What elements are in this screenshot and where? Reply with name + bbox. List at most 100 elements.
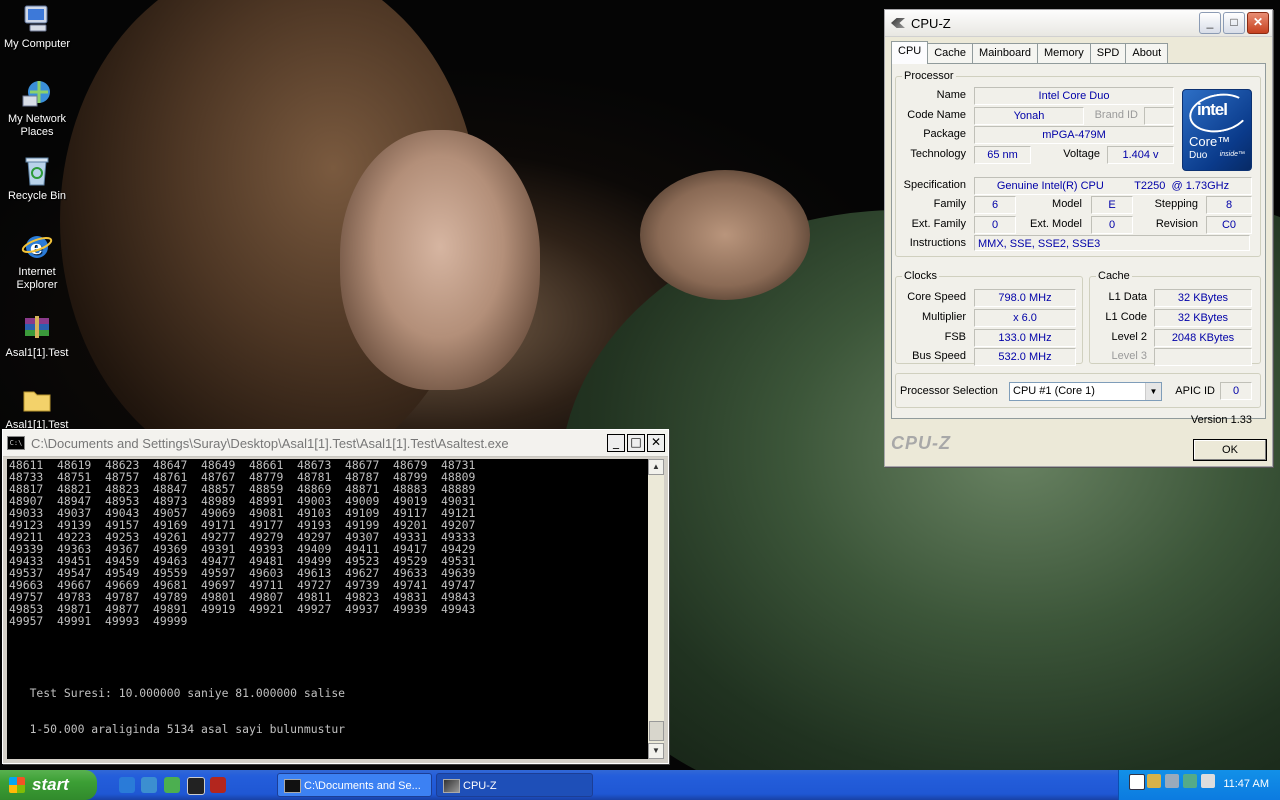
console-maximize-button[interactable]: □ [627, 434, 645, 452]
name-value: Intel Core Duo [974, 87, 1174, 105]
codename-value: Yonah [974, 107, 1084, 125]
fsb-label: FSB [944, 331, 966, 343]
wallpaper-face [340, 130, 540, 390]
intel-core-duo-logo: intel Core™ Duo inside™ [1182, 89, 1252, 171]
desktop-icon-recycle-bin[interactable]: Recycle Bin [0, 155, 74, 203]
voltage-value: 1.404 v [1107, 146, 1174, 164]
recycle-bin-icon [25, 157, 49, 186]
package-label: Package [923, 128, 966, 140]
console-line: Test Suresi: 10.000000 saniye 81.000000 … [9, 686, 346, 700]
desktop-icon-label: My Computer [3, 38, 71, 50]
tab-cache[interactable]: Cache [927, 43, 974, 63]
stepping-value: 8 [1206, 196, 1252, 214]
tab-spd[interactable]: SPD [1089, 43, 1127, 63]
taskbar-button-console[interactable]: C:\Documents and Se... [277, 773, 432, 797]
tray-app-icon[interactable] [1183, 774, 1197, 788]
model-label: Model [1052, 198, 1082, 210]
quicklaunch-msn-icon[interactable] [164, 777, 180, 793]
intel-brand-text: intel [1197, 100, 1228, 119]
console-title: C:\Documents and Settings\Suray\Desktop\… [31, 435, 509, 451]
console-scrollbar[interactable]: ▲ ▼ [648, 459, 664, 759]
apic-id-value: 0 [1220, 382, 1252, 400]
processor-selection-dropdown[interactable]: CPU #1 (Core 1) ▼ [1009, 382, 1162, 401]
desktop-icon-asal-archive[interactable]: Asal1[1].Test [0, 312, 74, 360]
quicklaunch-outlook-icon[interactable] [141, 777, 157, 793]
console-titlebar[interactable]: C:\ C:\Documents and Settings\Suray\Desk… [3, 430, 668, 457]
processor-selection-value: CPU #1 (Core 1) [1013, 385, 1095, 397]
console-close-button[interactable]: ✕ [647, 434, 665, 452]
revision-label: Revision [1155, 218, 1198, 230]
revision-value: C0 [1206, 216, 1252, 234]
tab-cpu[interactable]: CPU [891, 41, 929, 64]
core-speed-value: 798.0 MHz [974, 289, 1076, 307]
clocks-legend: Clocks [904, 270, 938, 282]
tab-mainboard[interactable]: Mainboard [972, 43, 1039, 63]
tab-memory[interactable]: Memory [1037, 43, 1091, 63]
apic-id-label: APIC ID [1175, 385, 1215, 397]
level2-label: Level 2 [1111, 331, 1147, 343]
console-line: 49957 49991 49993 49999 [9, 614, 188, 628]
scroll-thumb[interactable] [649, 721, 664, 741]
scroll-down-button[interactable]: ▼ [648, 743, 664, 759]
desktop-icon-label: Internet Explorer [16, 266, 58, 291]
l1-code-label: L1 Code [1105, 311, 1147, 323]
bus-speed-value: 532.0 MHz [974, 348, 1076, 366]
brandid-value [1144, 107, 1174, 125]
package-value: mPGA-479M [974, 126, 1174, 144]
scroll-up-button[interactable]: ▲ [648, 459, 664, 475]
taskbar: start C:\Documents and Se... CPU-Z 11:47… [0, 770, 1280, 800]
cpuz-title: CPU-Z [911, 15, 951, 31]
cpuz-window[interactable]: CPU-Z _ □ ✕ CPU Cache Mainboard Memory S… [884, 9, 1273, 467]
cpuz-close-button[interactable]: ✕ [1247, 12, 1269, 34]
chevron-down-icon[interactable]: ▼ [1145, 383, 1161, 400]
level3-value [1154, 348, 1252, 366]
clock: 11:47 AM [1223, 778, 1269, 790]
desktop-icon-asal-folder[interactable]: Asal1[1].Test [0, 384, 74, 432]
quicklaunch-winrar-icon[interactable] [210, 777, 226, 793]
cpuz-titlebar[interactable]: CPU-Z _ □ ✕ [885, 10, 1272, 37]
console-line: 1-50.000 araliginda 5134 asal sayi bulun… [9, 722, 346, 736]
start-button[interactable]: start [0, 770, 97, 800]
desktop-icon-my-computer[interactable]: My Computer [0, 3, 74, 51]
specification-label: Specification [903, 179, 966, 191]
tray-app-icon-2[interactable] [1201, 774, 1215, 788]
cpuz-logo-icon [891, 18, 905, 28]
voltage-label: Voltage [1063, 148, 1100, 160]
language-icon[interactable] [1129, 774, 1145, 790]
quicklaunch-internet-explorer-icon[interactable] [119, 777, 135, 793]
desktop-icon-label: Asal1[1].Test [5, 347, 69, 359]
quicklaunch-media-icon[interactable] [187, 777, 205, 795]
network-icon[interactable] [1147, 774, 1161, 788]
console-minimize-button[interactable]: _ [607, 434, 625, 452]
desktop-icon-network[interactable]: My Network Places [0, 78, 74, 139]
level2-value: 2048 KBytes [1154, 329, 1252, 347]
volume-icon[interactable] [1165, 774, 1179, 788]
cpuz-maximize-button[interactable]: □ [1223, 12, 1245, 34]
internet-explorer-icon: e [21, 235, 53, 259]
version-label: Version 1.33 [1190, 414, 1252, 426]
multiplier-label: Multiplier [921, 311, 966, 323]
ext-family-label: Ext. Family [911, 218, 966, 230]
processor-legend: Processor [904, 70, 954, 82]
cpuz-minimize-button[interactable]: _ [1199, 12, 1221, 34]
network-places-icon [22, 81, 50, 107]
brandid-label: Brand ID [1094, 109, 1138, 121]
name-label: Name [936, 89, 966, 101]
console-window[interactable]: C:\ C:\Documents and Settings\Suray\Desk… [2, 429, 669, 764]
ok-button[interactable]: OK [1193, 439, 1267, 461]
tab-about[interactable]: About [1125, 43, 1169, 63]
l1-data-value: 32 KBytes [1154, 289, 1252, 307]
cpuz-footer-brand: CPU-Z [891, 433, 951, 453]
console-output[interactable]: 48611 48619 48623 48647 48649 48661 4867… [7, 459, 649, 759]
taskbar-button-cpuz[interactable]: CPU-Z [436, 773, 593, 797]
processor-selection-label: Processor Selection [900, 385, 998, 397]
specification-value: Genuine Intel(R) CPU T2250 @ 1.73GHz [974, 177, 1252, 195]
technology-value: 65 nm [974, 146, 1031, 164]
intel-inside-text: inside™ [1219, 151, 1245, 158]
console-icon [284, 779, 301, 793]
desktop-icon-internet-explorer[interactable]: e Internet Explorer [0, 231, 74, 292]
desktop-icon-label: My Network Places [7, 113, 67, 138]
